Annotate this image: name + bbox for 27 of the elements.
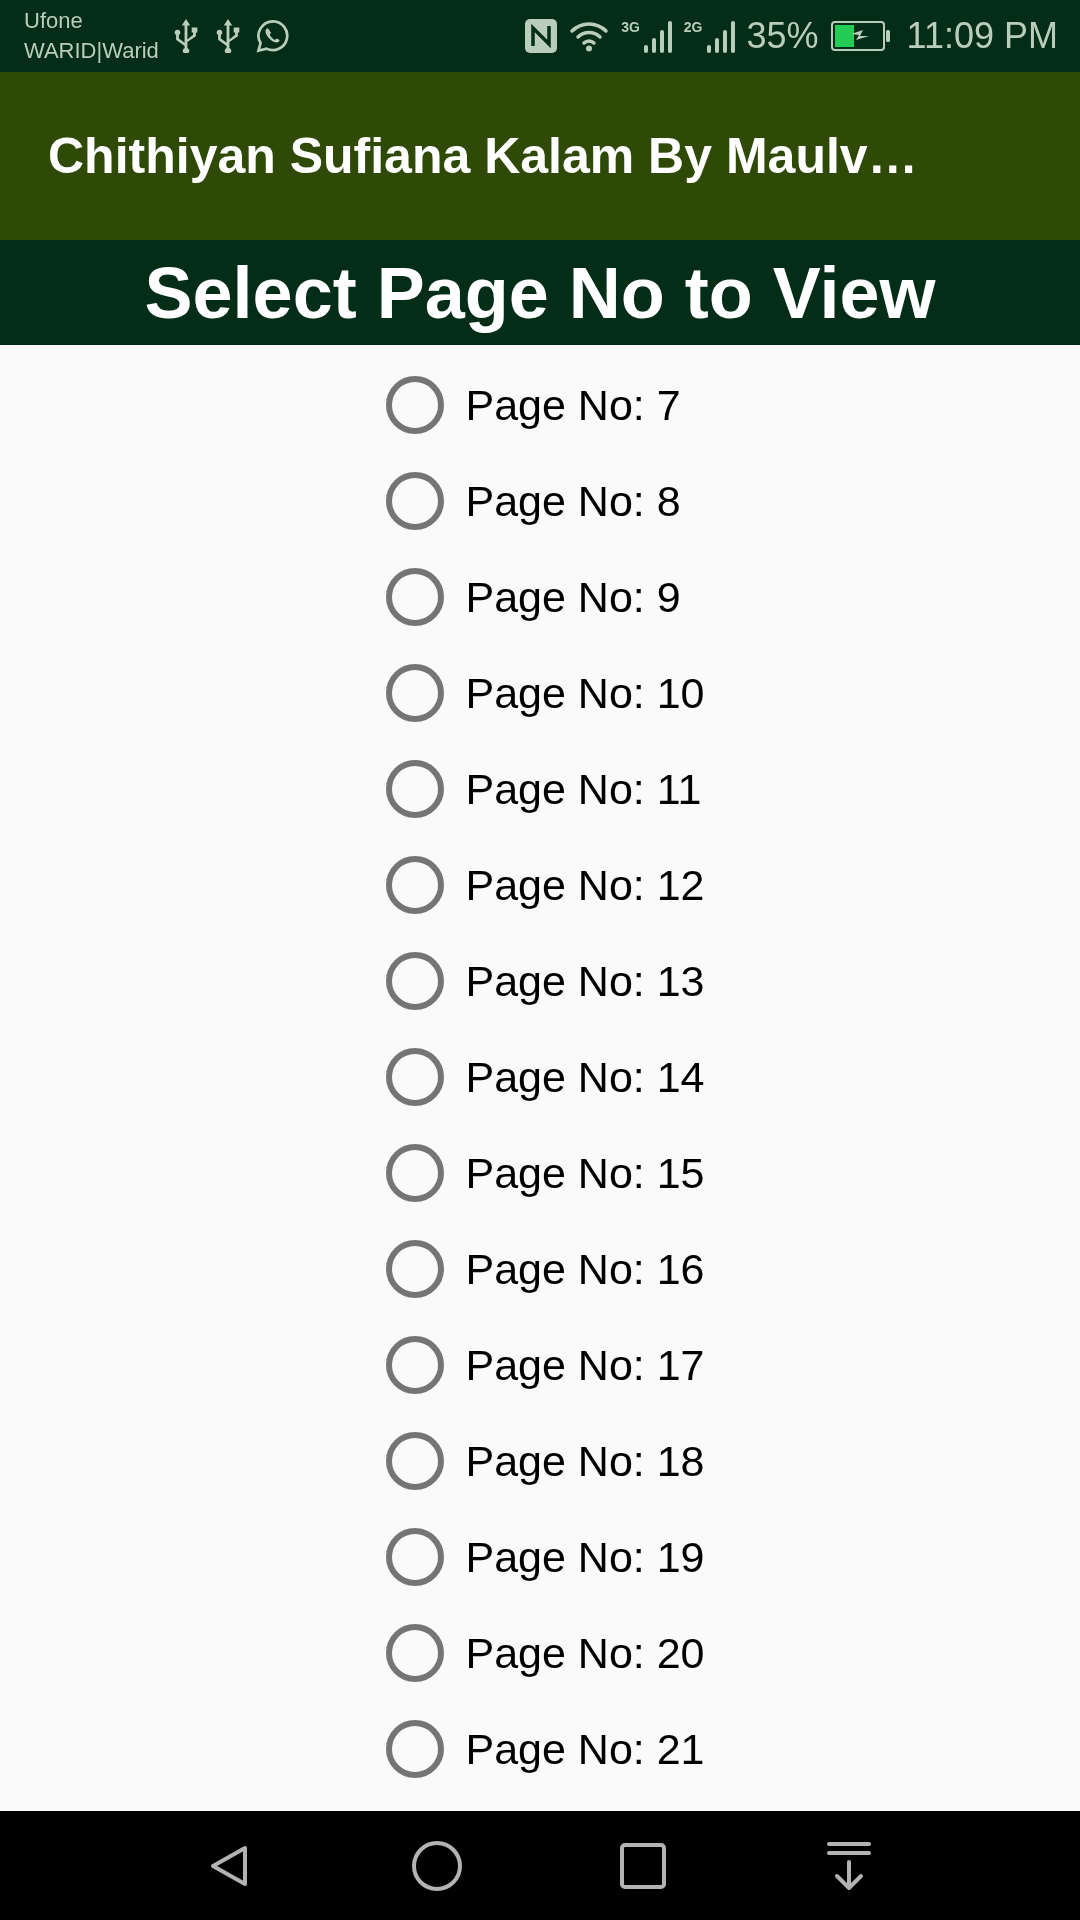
phone-bubble-icon <box>254 18 291 54</box>
battery-percent: 35% <box>746 15 819 57</box>
page-radio-option[interactable]: Page No: 8 <box>385 453 681 549</box>
page-radio-option[interactable]: Page No: 20 <box>385 1605 705 1701</box>
network-type-label: 2G <box>683 20 703 34</box>
nfc-icon <box>525 19 558 53</box>
battery-charging-icon <box>830 21 891 51</box>
page-radio-option[interactable]: Page No: 18 <box>385 1413 705 1509</box>
page-radio-option[interactable]: Page No: 17 <box>385 1317 705 1413</box>
carrier-name: WARID|Warid <box>24 37 159 65</box>
carrier-name: Ufone <box>24 7 84 35</box>
page-radio-option[interactable]: Page No: 10 <box>385 645 705 741</box>
page-radio-option[interactable]: Page No: 15 <box>385 1125 705 1221</box>
page-radio-option[interactable]: Page No: 7 <box>385 357 681 453</box>
wifi-icon <box>569 20 610 52</box>
page-radio-option[interactable]: Page No: 9 <box>385 549 681 645</box>
page-radio-option[interactable]: Page No: 13 <box>385 933 705 1029</box>
app-title: Chithiyan Sufiana Kalam By Maulv… <box>48 127 918 185</box>
page-radio-option[interactable]: Page No: 14 <box>385 1029 705 1125</box>
header-title: Select Page No to View <box>144 251 936 334</box>
page-radio-option[interactable]: Page No: 21 <box>385 1701 705 1797</box>
page-radio-option[interactable]: Page No: 11 <box>385 741 702 837</box>
page-radio-option[interactable]: Page No: 12 <box>385 837 705 933</box>
page-radio-option[interactable]: Page No: 16 <box>385 1221 705 1317</box>
page-radio-option[interactable]: Page No: 19 <box>385 1509 705 1605</box>
network-type-label: 3G <box>621 20 640 34</box>
clock-time: 11:09 PM <box>906 15 1058 57</box>
